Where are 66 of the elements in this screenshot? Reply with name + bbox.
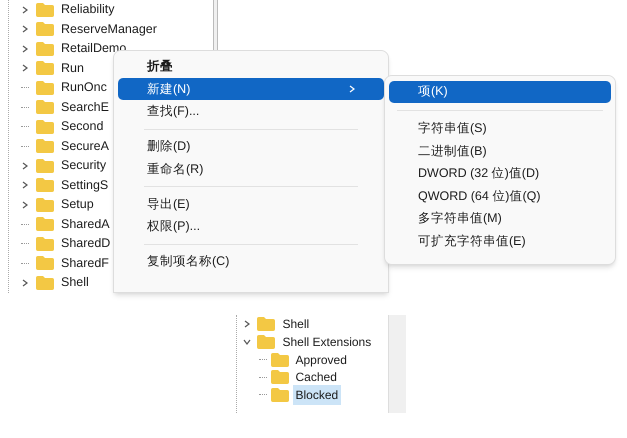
folder-icon xyxy=(36,22,54,36)
tree-item[interactable]: Reliability xyxy=(61,0,114,20)
menu-item[interactable]: 字符串值(S) xyxy=(389,118,611,140)
menu-item[interactable]: 项(K) xyxy=(389,80,611,102)
menu-item[interactable]: DWORD (32 位)值(D) xyxy=(389,162,611,184)
chevron-right-icon[interactable] xyxy=(21,6,29,14)
chevron-right-icon[interactable] xyxy=(21,44,29,53)
folder-icon xyxy=(36,276,54,290)
menu-item[interactable]: 折叠 xyxy=(118,56,384,78)
tree-item[interactable]: RetailDemo xyxy=(61,39,126,58)
folder-icon xyxy=(36,42,54,56)
menu-item[interactable]: QWORD (64 位)值(Q) xyxy=(389,185,611,207)
folder-icon xyxy=(36,80,54,95)
tree-item[interactable]: Blocked xyxy=(292,384,342,405)
chevron-right-icon[interactable] xyxy=(21,278,29,287)
menu-item[interactable]: 新建(N) xyxy=(118,78,384,100)
tree-item[interactable]: ReserveManager xyxy=(61,20,157,39)
menu-item[interactable]: 删除(D) xyxy=(118,136,384,158)
folder-icon xyxy=(36,236,54,251)
tree-item[interactable]: Second xyxy=(61,117,104,136)
menu-item[interactable]: 复制项名称(C) xyxy=(118,250,384,272)
chevron-right-icon[interactable] xyxy=(21,181,29,190)
folder-icon xyxy=(36,61,54,76)
tree-item[interactable]: SharedA xyxy=(61,214,110,234)
folder-icon xyxy=(36,100,54,114)
menu-item[interactable]: 重命名(R) xyxy=(118,158,384,180)
tree-item[interactable]: Setup xyxy=(61,195,94,214)
menu-item[interactable]: 导出(E) xyxy=(118,193,384,215)
tree-item[interactable]: Run xyxy=(61,58,84,78)
folder-icon xyxy=(36,198,54,212)
folder-icon xyxy=(256,335,274,349)
tree-item[interactable]: SettingS xyxy=(61,176,108,195)
tree-item[interactable]: Approved xyxy=(292,350,350,370)
tree-item[interactable]: Cached xyxy=(292,367,340,388)
tree-item[interactable]: SearchE xyxy=(61,98,109,117)
tree-item[interactable]: RunOnc xyxy=(61,78,107,98)
folder-icon xyxy=(270,370,288,384)
menu-item[interactable]: 可扩充字符串值(E) xyxy=(389,230,611,252)
chevron-right-icon[interactable] xyxy=(242,320,250,328)
folder-icon xyxy=(36,120,54,134)
chevron-right-icon xyxy=(349,85,355,93)
tree-item[interactable]: Shell Extensions xyxy=(280,333,374,351)
folder-icon xyxy=(256,317,274,331)
tree-item[interactable]: Shell xyxy=(280,315,312,333)
tree-item[interactable]: SharedF xyxy=(61,254,109,273)
chevron-down-icon[interactable] xyxy=(242,338,250,346)
folder-icon xyxy=(270,388,288,402)
tree-item[interactable]: Shell xyxy=(61,273,89,292)
folder-icon xyxy=(36,158,54,173)
folder-icon xyxy=(36,217,54,232)
menu-item[interactable]: 权限(P)... xyxy=(118,216,384,238)
chevron-right-icon[interactable] xyxy=(21,25,29,34)
chevron-right-icon[interactable] xyxy=(21,162,29,170)
folder-icon xyxy=(270,352,288,367)
folder-icon xyxy=(36,256,54,270)
chevron-right-icon[interactable] xyxy=(21,64,29,72)
menu-item[interactable]: 查找(F)... xyxy=(118,100,384,122)
tree-item[interactable]: SecureA xyxy=(61,136,109,156)
folder-icon xyxy=(36,178,54,192)
tree-item[interactable]: SharedD xyxy=(61,234,110,254)
tree-item[interactable]: Security xyxy=(61,156,106,176)
folder-icon xyxy=(36,139,54,154)
chevron-right-icon[interactable] xyxy=(21,200,29,209)
menu-item[interactable]: 二进制值(B) xyxy=(389,140,611,162)
menu-item[interactable]: 多字符串值(M) xyxy=(389,208,611,230)
folder-icon xyxy=(36,2,54,17)
